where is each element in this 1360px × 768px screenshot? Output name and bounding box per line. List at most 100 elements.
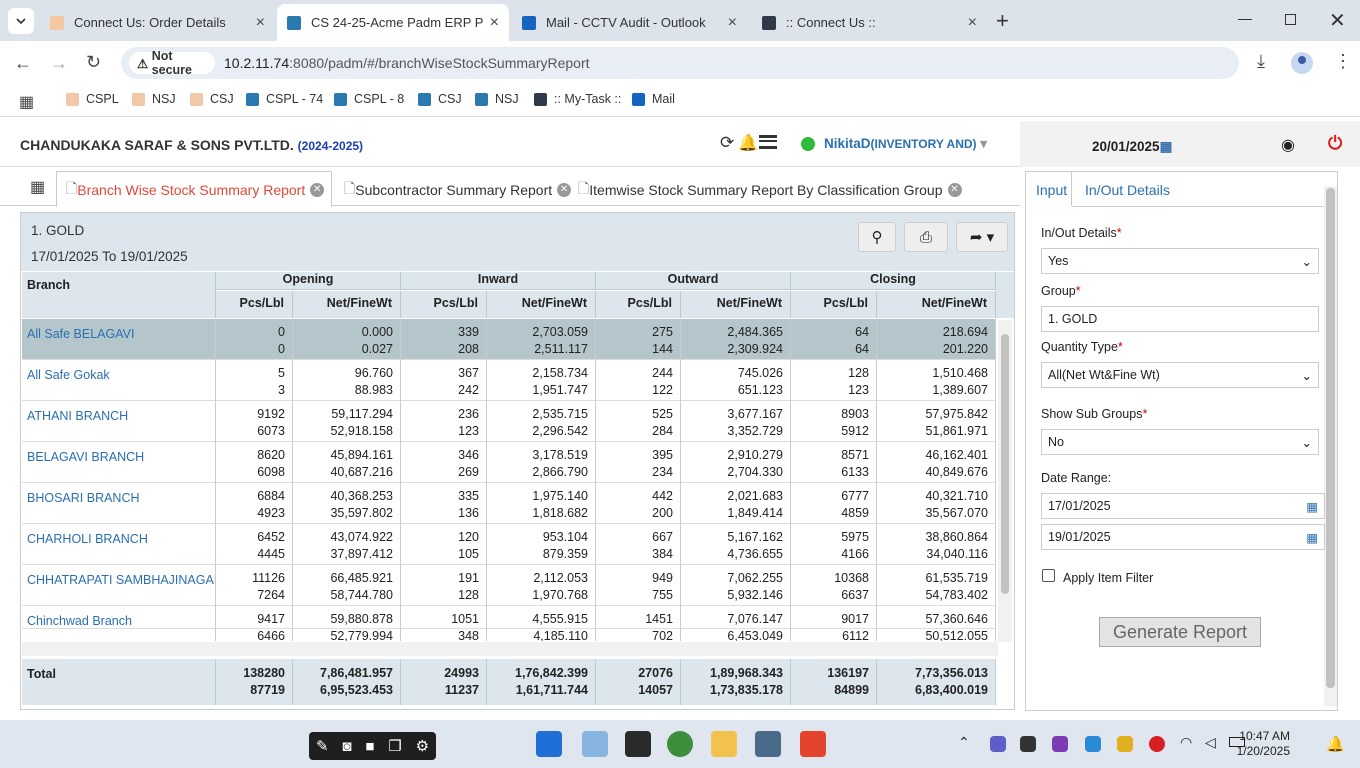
- restore-button[interactable]: [1285, 14, 1296, 25]
- tab-subcontractor[interactable]: 🗋 Subcontractor Summary Report ✕: [344, 174, 572, 206]
- close-icon[interactable]: ×: [490, 14, 499, 32]
- grid-menu-icon[interactable]: ▦: [30, 177, 45, 197]
- table-row[interactable]: ATHANI BRANCH 9192 6073 59,117.294 52,918.15…: [22, 401, 996, 442]
- gear-icon[interactable]: ⚙: [416, 737, 429, 755]
- table-row[interactable]: All Safe Gokak 5 3 96.760 88.983 367 242 2,158.…: [22, 360, 996, 401]
- tab-search-button[interactable]: [8, 8, 34, 34]
- battery-icon[interactable]: [1229, 737, 1245, 747]
- browser-tab-3[interactable]: Mail - CCTV Audit - Outlook ×: [512, 4, 747, 41]
- branch-name[interactable]: Chinchwad Branch: [22, 606, 216, 641]
- close-icon[interactable]: ✕: [310, 183, 325, 197]
- vertical-scrollbar[interactable]: [998, 320, 1012, 642]
- tab-input[interactable]: Input: [1026, 172, 1072, 206]
- branch-name[interactable]: BELAGAVI BRANCH: [22, 442, 216, 483]
- subgroups-select[interactable]: No ⌄: [1041, 429, 1319, 455]
- record-icon[interactable]: [1149, 736, 1165, 752]
- list-icon[interactable]: [759, 135, 777, 149]
- omnibox[interactable]: ⚠ Not secure 10.2.11.74:8080/padm/#/bran…: [121, 47, 1239, 79]
- sticky-notes-icon[interactable]: [625, 731, 651, 757]
- back-icon[interactable]: ←: [14, 53, 32, 74]
- chevron-up-icon[interactable]: ⌃: [958, 734, 970, 751]
- apply-filter-checkbox[interactable]: [1042, 569, 1055, 582]
- not-secure-chip[interactable]: ⚠ Not secure: [129, 49, 215, 77]
- panel-scrollbar[interactable]: [1324, 186, 1337, 706]
- close-window-button[interactable]: ✕: [1329, 8, 1346, 33]
- generate-report-button[interactable]: Generate Report: [1099, 617, 1261, 647]
- snipping-toolbar[interactable]: ✎ ◙ ■ ❐ ⚙: [309, 732, 436, 760]
- tab-branch-wise[interactable]: 🗋 Branch Wise Stock Summary Report ✕: [66, 174, 325, 206]
- file-explorer-icon[interactable]: [711, 731, 737, 757]
- date-from-field[interactable]: 17/01/2025 ▦: [1041, 493, 1325, 519]
- calendar-icon[interactable]: ▦: [1306, 530, 1318, 545]
- onedrive-icon[interactable]: [1085, 736, 1101, 752]
- bell-icon[interactable]: 🔔: [738, 133, 758, 153]
- branch-name[interactable]: CHARHOLI BRANCH: [22, 524, 216, 565]
- group-field[interactable]: 1. GOLD: [1041, 306, 1319, 332]
- close-icon[interactable]: ×: [968, 14, 977, 32]
- horizontal-scrollbar[interactable]: [22, 642, 998, 656]
- share-button[interactable]: ➦ ▾: [956, 222, 1008, 252]
- chrome-icon[interactable]: [667, 731, 693, 757]
- bookmark-item[interactable]: NSJ: [132, 92, 176, 106]
- apps-grid-icon[interactable]: ▦: [19, 92, 34, 112]
- video-icon[interactable]: ■: [365, 738, 374, 755]
- browser-tab-2[interactable]: CS 24-25-Acme Padm ERP Platf ×: [277, 4, 509, 41]
- tray-app-icon[interactable]: [1020, 736, 1036, 752]
- bookmark-item[interactable]: CSPL - 8: [334, 92, 404, 106]
- print-button[interactable]: ⎙: [904, 222, 948, 252]
- close-icon[interactable]: ×: [728, 14, 737, 32]
- scroll-thumb[interactable]: [1001, 334, 1009, 594]
- profile-avatar[interactable]: [1291, 52, 1313, 74]
- table-row[interactable]: Chinchwad Branch 9417 6466 59,880.878 52,779…: [22, 606, 996, 641]
- bookmark-item[interactable]: CSJ: [418, 92, 462, 106]
- refresh-icon[interactable]: ⟳: [720, 133, 734, 153]
- bookmark-item[interactable]: Mail: [632, 92, 675, 106]
- new-tab-button[interactable]: +: [996, 8, 1009, 34]
- forward-icon[interactable]: →: [50, 53, 68, 74]
- close-icon[interactable]: ✕: [947, 183, 962, 197]
- branch-name[interactable]: BHOSARI BRANCH: [22, 483, 216, 524]
- bookmark-item[interactable]: CSJ: [190, 92, 234, 106]
- table-row[interactable]: All Safe BELAGAVI 0 0 0.000 0.027 339 208 2,703…: [22, 319, 996, 360]
- location-button[interactable]: ⚲: [858, 222, 896, 252]
- qty-select[interactable]: All(Net Wt&Fine Wt) ⌄: [1041, 362, 1319, 388]
- close-icon[interactable]: ✕: [557, 183, 572, 197]
- window-icon[interactable]: ❐: [388, 737, 401, 755]
- tab-itemwise[interactable]: 🗋 Itemwise Stock Summary Report By Classi…: [578, 174, 962, 206]
- teams-icon[interactable]: [990, 736, 1006, 752]
- branch-name[interactable]: All Safe Gokak: [22, 360, 216, 401]
- branch-name[interactable]: ATHANI BRANCH: [22, 401, 216, 442]
- browser-tab-4[interactable]: :: Connect Us :: ×: [752, 4, 987, 41]
- security-icon[interactable]: [1117, 736, 1133, 752]
- download-icon[interactable]: ⤓: [1257, 51, 1265, 72]
- date-to-field[interactable]: 19/01/2025 ▦: [1041, 524, 1325, 550]
- branch-name[interactable]: CHHATRAPATI SAMBHAJINAGAR: [22, 565, 216, 606]
- camera-icon[interactable]: ◙: [342, 738, 351, 755]
- close-icon[interactable]: ×: [256, 14, 265, 32]
- table-row[interactable]: BHOSARI BRANCH 6884 4923 40,368.253 35,597.8…: [22, 483, 996, 524]
- table-row[interactable]: CHHATRAPATI SAMBHAJINAGAR 11126 7264 66,485…: [22, 565, 996, 606]
- branch-name[interactable]: All Safe BELAGAVI: [22, 319, 216, 360]
- user-menu[interactable]: NikitaD(INVENTORY AND) ▾: [824, 136, 987, 152]
- start-icon[interactable]: [536, 731, 562, 757]
- table-row[interactable]: CHARHOLI BRANCH 6452 4445 43,074.922 37,897.…: [22, 524, 996, 565]
- bookmark-item[interactable]: NSJ: [475, 92, 519, 106]
- wifi-icon[interactable]: ◠: [1180, 734, 1192, 751]
- calendar-icon[interactable]: ▦: [1306, 499, 1318, 514]
- bookmark-item[interactable]: CSPL: [66, 92, 119, 106]
- reload-icon[interactable]: ↻: [86, 52, 101, 73]
- table-row[interactable]: BELAGAVI BRANCH 8620 6098 45,894.161 40,687.…: [22, 442, 996, 483]
- bookmark-item[interactable]: CSPL - 74: [246, 92, 323, 106]
- app-icon[interactable]: [755, 731, 781, 757]
- menu-icon[interactable]: ⋮: [1334, 51, 1352, 72]
- browser-tab-1[interactable]: Connect Us: Order Details ×: [40, 4, 275, 41]
- eye-slash-icon[interactable]: ◉: [1281, 135, 1295, 155]
- tab-inout-details[interactable]: In/Out Details: [1085, 182, 1170, 198]
- power-icon[interactable]: ⏻: [1328, 133, 1342, 154]
- inout-select[interactable]: Yes ⌄: [1041, 248, 1319, 274]
- tray-app-icon[interactable]: [1052, 736, 1068, 752]
- volume-icon[interactable]: ◁: [1205, 734, 1216, 751]
- wps-office-icon[interactable]: [800, 731, 826, 757]
- notification-bell-icon[interactable]: 🔔: [1326, 735, 1345, 753]
- bookmark-item[interactable]: :: My-Task ::: [534, 92, 621, 106]
